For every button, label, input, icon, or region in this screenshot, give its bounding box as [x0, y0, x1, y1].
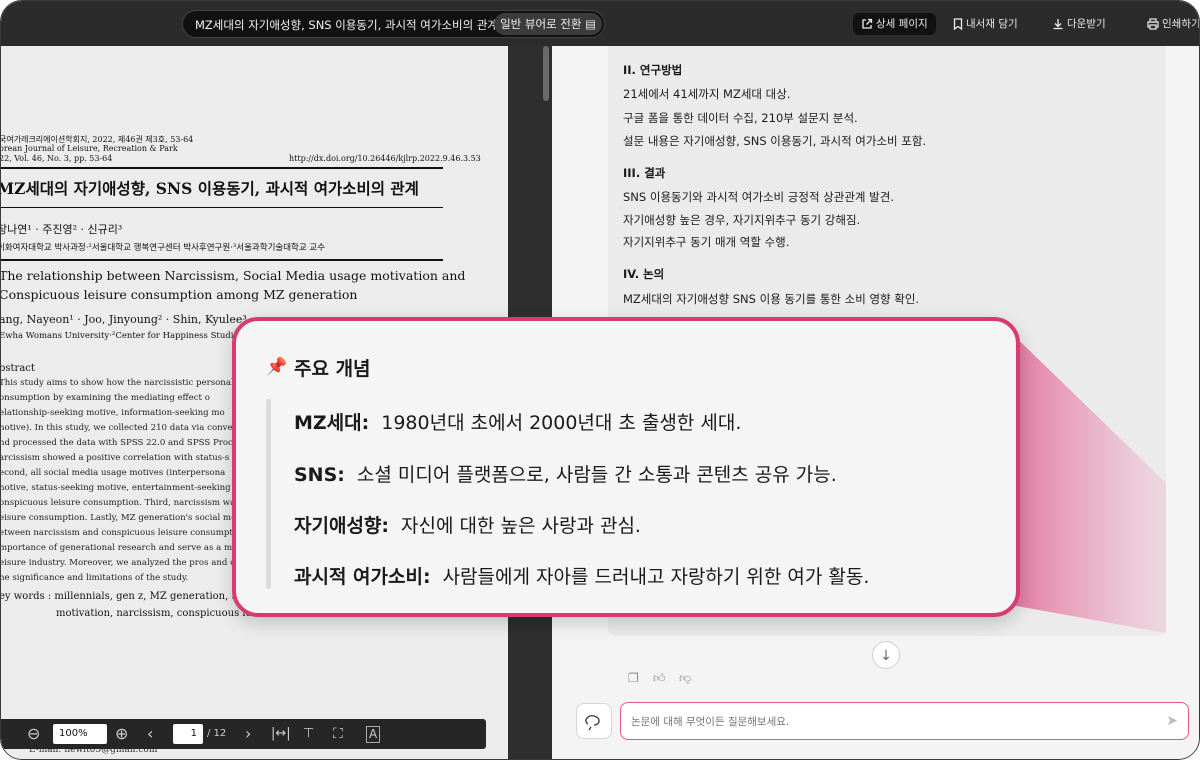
concept-desc: 소셜 미디어 플랫폼으로, 사람들 간 소통과 콘텐츠 공유 가능. — [356, 464, 837, 486]
pushpin-icon: 📌 — [266, 357, 288, 377]
concept-item: 과시적 여가소비: 사람들에게 자아를 드러내고 자랑하기 위한 여가 활동. — [294, 562, 869, 589]
concept-item: 자기애성향: 자신에 대한 높은 사랑과 관심. — [294, 511, 641, 538]
concept-desc: 자신에 대한 높은 사랑과 관심. — [401, 515, 641, 537]
concept-term: MZ세대: — [294, 412, 370, 434]
callout-title: 주요 개념 — [294, 358, 371, 380]
concept-term: SNS: — [294, 464, 345, 486]
callout-quote-bar — [266, 399, 271, 589]
concept-item: MZ세대: 1980년대 초에서 2000년대 초 출생한 세대. — [294, 408, 741, 435]
concept-term: 자기애성향: — [294, 515, 389, 537]
concept-term: 과시적 여가소비: — [294, 566, 431, 588]
key-concepts-callout: 📌 주요 개념 MZ세대: 1980년대 초에서 2000년대 초 출생한 세대.… — [232, 317, 1020, 617]
concept-desc: 1980년대 초에서 2000년대 초 출생한 세대. — [381, 412, 742, 434]
app-window: MZ세대의 자기애성향, SNS 이용동기, 과시적 여가소비의 관계 일반 뷰… — [0, 0, 1200, 760]
concept-desc: 사람들에게 자아를 드러내고 자랑하기 위한 여가 활동. — [442, 566, 870, 588]
concept-item: SNS: 소셜 미디어 플랫폼으로, 사람들 간 소통과 콘텐츠 공유 가능. — [294, 460, 837, 487]
